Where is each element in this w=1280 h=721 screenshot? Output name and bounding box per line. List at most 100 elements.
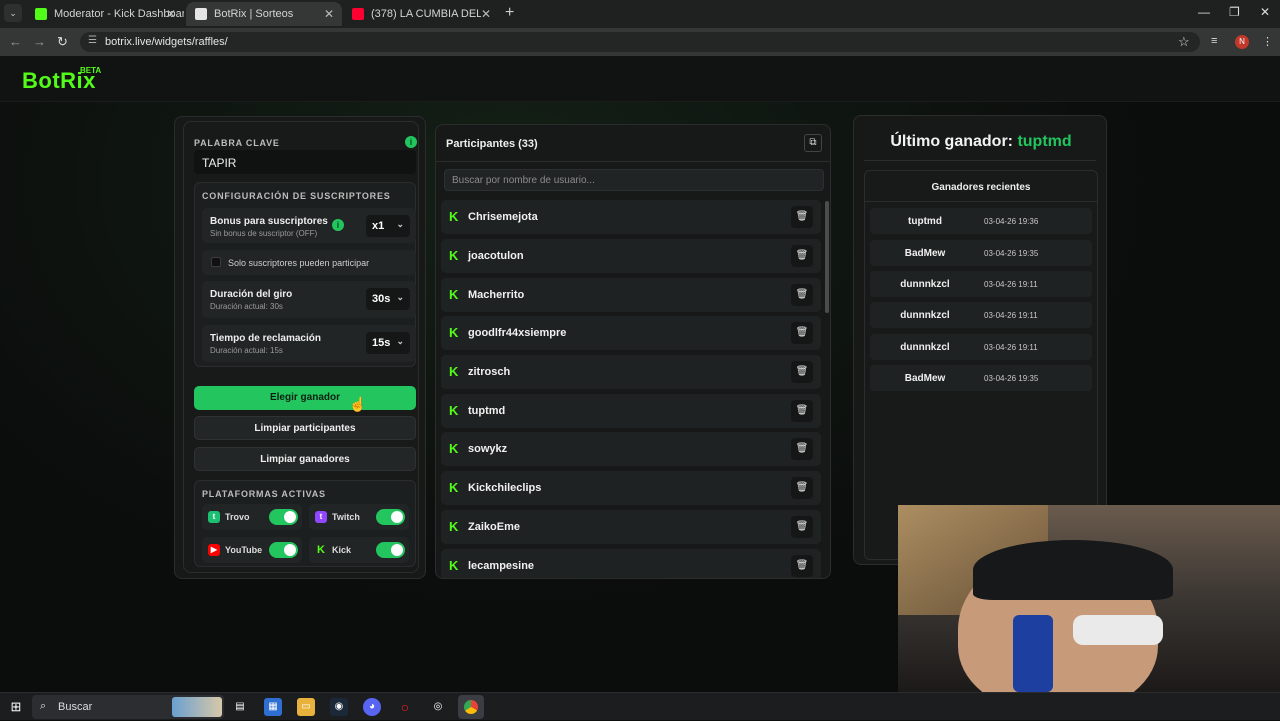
spin-duration-subtitle: Duración actual: 30s xyxy=(210,302,283,311)
trash-icon[interactable]: 🗑 xyxy=(791,516,813,538)
participant-name: Macherrito xyxy=(468,289,525,301)
claim-time-select[interactable]: 15s ⌄ xyxy=(366,332,410,354)
only-subs-checkbox[interactable] xyxy=(211,257,221,267)
twitch-toggle[interactable] xyxy=(376,509,405,525)
youtube-favicon-icon xyxy=(352,8,364,20)
chevron-down-icon: ⌄ xyxy=(396,219,404,229)
last-winner-heading: Último ganador: tuptmd xyxy=(854,133,1108,151)
divider xyxy=(864,160,1096,161)
info-icon[interactable]: i xyxy=(405,136,417,148)
minimize-icon[interactable]: — xyxy=(1198,5,1210,19)
trash-icon[interactable]: 🗑 xyxy=(791,555,813,577)
bookmark-star-icon[interactable]: ☆ xyxy=(1178,34,1190,50)
chevron-down-icon: ⌄ xyxy=(396,292,404,302)
participants-scrollbar[interactable] xyxy=(825,201,829,313)
close-window-icon[interactable]: ✕ xyxy=(1260,5,1270,19)
kick-icon: K xyxy=(449,403,459,418)
opera-gx-icon[interactable]: ○ xyxy=(396,698,414,716)
tab-youtube[interactable]: (378) LA CUMBIA DEL COUNTE ✕ xyxy=(343,2,499,26)
site-info-icon[interactable]: ☰ xyxy=(88,35,97,46)
trash-icon[interactable]: 🗑 xyxy=(791,438,813,460)
sub-bonus-title: Bonus para suscriptores xyxy=(210,216,328,227)
trash-icon[interactable]: 🗑 xyxy=(791,284,813,306)
reload-icon[interactable]: ↻ xyxy=(57,34,68,50)
participant-row: K ZaikoEme 🗑 xyxy=(441,510,821,544)
sub-bonus-select[interactable]: x1 ⌄ xyxy=(366,215,410,237)
divider xyxy=(436,161,830,162)
participant-name: ZaikoEme xyxy=(468,521,520,533)
winners-panel: Último ganador: tuptmd Ganadores recient… xyxy=(853,115,1107,565)
tab-kick-dashboard[interactable]: Moderator - Kick Dashboard ✕ xyxy=(26,2,184,26)
tab-search-icon[interactable]: ⌄ xyxy=(4,4,22,22)
winner-name: dunnnkzcl xyxy=(900,342,950,353)
clear-winners-button[interactable]: Limpiar ganadores xyxy=(194,447,416,471)
media-control-icon[interactable]: ≡ xyxy=(1211,35,1217,47)
only-subs-row[interactable]: Solo suscriptores pueden participar xyxy=(202,250,416,275)
participants-title: Participantes (33) xyxy=(446,138,538,150)
store-icon[interactable]: ▦ xyxy=(264,698,282,716)
participant-name: joacotulon xyxy=(468,250,524,262)
winner-date: 03-04-26 19:11 xyxy=(984,311,1038,320)
participant-search-input[interactable]: Buscar por nombre de usuario... xyxy=(444,169,824,191)
streamer-cap xyxy=(973,540,1173,600)
participants-panel: Participantes (33) ⧉ Buscar por nombre d… xyxy=(435,124,831,579)
clear-participants-button[interactable]: Limpiar participantes xyxy=(194,416,416,440)
tab-title: (378) LA CUMBIA DEL COUNTE xyxy=(371,8,481,20)
config-inner: PALABRA CLAVE i TAPIR CONFIGURACIÓN DE S… xyxy=(183,121,419,573)
winner-name: tuptmd xyxy=(908,216,942,227)
youtube-toggle[interactable] xyxy=(269,542,298,558)
pick-winner-button[interactable]: Elegir ganador xyxy=(194,386,416,410)
close-tab-icon[interactable]: ✕ xyxy=(481,2,491,26)
copy-icon[interactable]: ⧉ xyxy=(804,134,822,152)
task-view-icon[interactable]: ▤ xyxy=(231,698,249,716)
tab-title: Moderator - Kick Dashboard xyxy=(54,8,184,20)
trovo-icon: t xyxy=(208,511,220,523)
menu-kebab-icon[interactable]: ⋮ xyxy=(1262,35,1273,48)
restore-icon[interactable]: ❐ xyxy=(1229,5,1240,19)
trash-icon[interactable]: 🗑 xyxy=(791,361,813,383)
close-tab-icon[interactable]: ✕ xyxy=(166,2,176,26)
profile-avatar[interactable]: N xyxy=(1235,35,1249,49)
winner-name: dunnnkzcl xyxy=(900,310,950,321)
active-platforms-header: PLATAFORMAS ACTIVAS xyxy=(202,489,326,499)
winner-date: 03-04-26 19:35 xyxy=(984,374,1039,383)
kick-icon: K xyxy=(449,287,459,302)
kick-toggle[interactable] xyxy=(376,542,405,558)
windows-start-icon[interactable]: ⊞ xyxy=(7,698,25,716)
os-taskbar: ⊞ ⌕ Buscar ▤ ▦ ▭ ◉ ◕ ○ ◎ xyxy=(0,692,1280,720)
address-bar[interactable]: ☰ botrix.live/widgets/raffles/ xyxy=(80,32,1200,52)
trovo-toggle[interactable] xyxy=(269,509,298,525)
forward-icon[interactable]: → xyxy=(33,34,46,49)
botrix-favicon-icon xyxy=(195,8,207,20)
steam-icon[interactable]: ◉ xyxy=(330,698,348,716)
kick-icon: K xyxy=(449,364,459,379)
file-explorer-icon[interactable]: ▭ xyxy=(297,698,315,716)
divider xyxy=(865,201,1097,202)
spin-duration-value: 30s xyxy=(372,293,391,305)
tab-title: BotRix | Sorteos xyxy=(214,8,294,20)
trash-icon[interactable]: 🗑 xyxy=(791,477,813,499)
sub-bonus-value: x1 xyxy=(372,220,385,232)
participant-name: Kickchileclips xyxy=(468,482,542,494)
claim-time-title: Tiempo de reclamación xyxy=(210,333,321,344)
discord-icon[interactable]: ◕ xyxy=(363,698,381,716)
site-header: BotRix BETA xyxy=(0,56,1280,102)
back-icon[interactable]: ← xyxy=(9,34,22,49)
participant-row: Kgoodlfr44xsiempre 🗑 xyxy=(441,316,821,350)
taskbar-search[interactable]: ⌕ Buscar xyxy=(32,695,224,719)
close-tab-icon[interactable]: ✕ xyxy=(324,2,334,26)
trash-icon[interactable]: 🗑 xyxy=(791,322,813,344)
trash-icon[interactable]: 🗑 xyxy=(791,206,813,228)
trash-icon[interactable]: 🗑 xyxy=(791,400,813,422)
keyword-input[interactable]: TAPIR xyxy=(194,150,416,174)
info-icon[interactable]: i xyxy=(332,219,344,231)
spin-duration-select[interactable]: 30s ⌄ xyxy=(366,288,410,310)
obs-icon[interactable]: ◎ xyxy=(429,698,447,716)
claim-time-subtitle: Duración actual: 15s xyxy=(210,346,283,355)
chrome-icon[interactable] xyxy=(458,695,484,719)
platform-youtube: ▶ YouTube xyxy=(202,537,302,563)
new-tab-icon[interactable]: + xyxy=(505,4,514,22)
tab-botrix[interactable]: BotRix | Sorteos ✕ xyxy=(186,2,342,26)
participant-row: Kjoacotulon 🗑 xyxy=(441,239,821,273)
trash-icon[interactable]: 🗑 xyxy=(791,245,813,267)
